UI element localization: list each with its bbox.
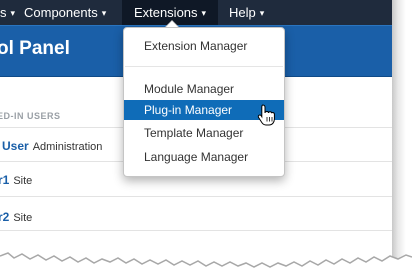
- chevron-down-icon: ▾: [10, 8, 16, 18]
- app-screenshot: s ▾ Components ▾ Extensions ▾ Help ▾ ol Pane…: [0, 0, 412, 272]
- menu-item-label: Plug-in Manager: [144, 103, 233, 117]
- user-name-link[interactable]: r2: [0, 210, 9, 224]
- menu-item-language-manager[interactable]: Language Manager: [124, 147, 284, 167]
- divider: [0, 230, 392, 231]
- section-heading-label: ED-IN USERS: [0, 111, 61, 121]
- menu-item-extension-manager[interactable]: Extension Manager: [124, 36, 284, 56]
- top-nav: s ▾ Components ▾ Extensions ▾ Help ▾: [0, 0, 392, 25]
- chevron-down-icon: ▾: [201, 8, 207, 18]
- user-role: Administration: [32, 141, 103, 153]
- menu-item-template-manager[interactable]: Template Manager: [124, 123, 284, 143]
- menu-item-label: Extension Manager: [144, 39, 248, 53]
- nav-label: Extensions: [133, 5, 198, 20]
- torn-paper-edge: [0, 252, 412, 272]
- nav-item-site[interactable]: s ▾: [0, 0, 15, 25]
- menu-item-label: Template Manager: [144, 126, 244, 140]
- menu-item-label: Language Manager: [144, 150, 249, 164]
- user-role: Site: [13, 212, 33, 224]
- paper-shadow-edge: [392, 0, 412, 272]
- chevron-down-icon: ▾: [259, 8, 265, 18]
- user-name-link[interactable]: User: [2, 139, 29, 153]
- nav-label: s: [0, 5, 7, 20]
- nav-item-help[interactable]: Help ▾: [229, 0, 264, 25]
- nav-label: Help: [229, 5, 256, 20]
- menu-divider: [125, 66, 283, 67]
- menu-item-module-manager[interactable]: Module Manager: [124, 79, 284, 99]
- divider: [0, 196, 392, 197]
- menu-item-label: Module Manager: [144, 82, 235, 96]
- user-role: Site: [13, 175, 33, 187]
- table-row: r2 Site: [0, 202, 392, 230]
- hand-pointer-icon: [257, 104, 275, 126]
- page-title: ol Panel: [0, 38, 70, 59]
- nav-item-components[interactable]: Components ▾: [24, 0, 106, 25]
- nav-label: Components: [24, 5, 98, 20]
- dropdown-caret-fill: [166, 21, 178, 27]
- user-name-link[interactable]: r1: [0, 173, 9, 187]
- chevron-down-icon: ▾: [101, 8, 107, 18]
- extensions-dropdown-menu: Extension Manager Module Manager Plug-in…: [123, 27, 285, 177]
